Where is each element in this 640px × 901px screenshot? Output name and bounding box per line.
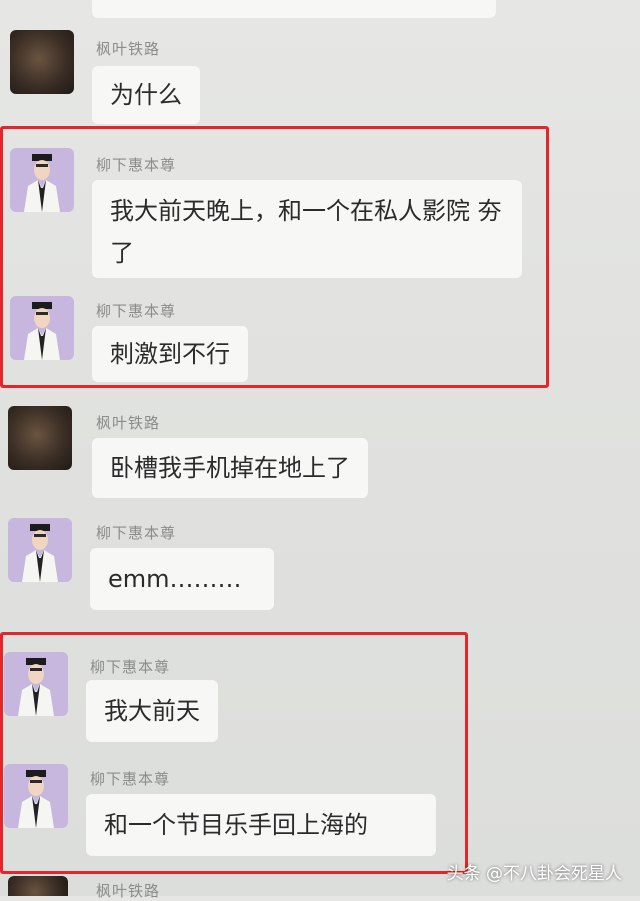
message-bubble[interactable]: 卧槽我手机掉在地上了 [92,438,368,498]
message-bubble[interactable]: emm……… [90,548,274,610]
cartoon-character-icon [24,302,60,360]
sender-name: 柳下惠本尊 [96,156,177,174]
user-avatar[interactable] [10,30,74,94]
user-avatar[interactable] [4,652,68,716]
sender-name: 枫叶铁路 [96,882,161,900]
sender-name: 柳下惠本尊 [96,302,177,320]
sender-name: 柳下惠本尊 [96,524,177,542]
watermark: 头条 @不八卦会死星人 [446,864,622,884]
sender-name: 柳下惠本尊 [90,770,171,788]
user-avatar[interactable] [8,876,68,896]
message-bubble[interactable]: 为什么 [92,66,200,124]
user-avatar[interactable] [10,148,74,212]
chat-message: 枫叶铁路 为什么 [0,0,640,130]
message-bubble[interactable]: 我大前天晚上，和一个在私人影院 夯了 [92,180,522,278]
cartoon-character-icon [24,154,60,212]
chat-screen: 枫叶铁路 为什么 柳下惠本尊 我大前天晚上，和一个在私人影院 夯了 柳下惠本尊 … [0,0,640,900]
user-avatar[interactable] [4,764,68,828]
cartoon-character-icon [18,658,54,716]
cartoon-character-icon [22,524,58,582]
user-avatar[interactable] [8,518,72,582]
cartoon-character-icon [18,770,54,828]
user-avatar[interactable] [10,296,74,360]
message-bubble[interactable]: 刺激到不行 [92,326,248,382]
sender-name: 枫叶铁路 [96,414,161,432]
sender-name: 枫叶铁路 [96,40,161,58]
message-bubble[interactable]: 和一个节目乐手回上海的 [86,794,436,856]
message-bubble[interactable]: 我大前天 [86,680,218,742]
sender-name: 柳下惠本尊 [90,658,171,676]
user-avatar[interactable] [8,406,72,470]
